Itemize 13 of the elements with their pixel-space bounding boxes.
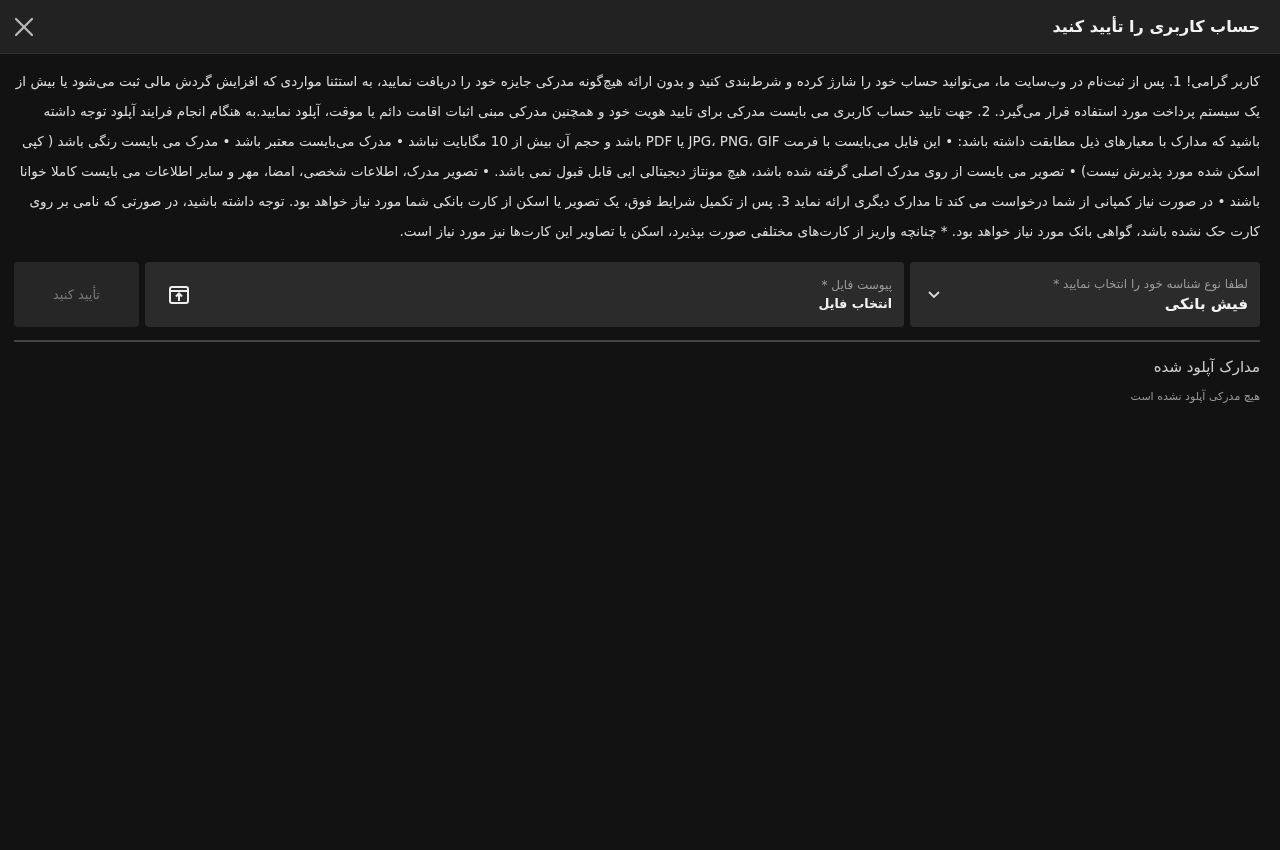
file-input-field[interactable]: پیوست فایل * انتخاب فایل xyxy=(145,262,904,327)
empty-message: هیچ مدرکی آپلود نشده است xyxy=(1130,390,1260,403)
document-type-select[interactable]: لطفا نوع شناسه خود را انتخاب نمایید * فیش بانکی xyxy=(910,262,1260,327)
notice-text: کاربر گرامی! 1. پس از ثبت‌نام در وب‌سایت ما، می‌توانید حساب خود را شارژ کرده و شرط‌بندی کنید و بدون ارائه هیچ‌گونه مدرکی جایزه خود را دریافت نمایید، به استثنا مواردی که افزایش گردش مالی ثبت می‌شود یا بیش از یک سیستم پرداخت مورد استفاده قرار می‌گیرد. 2. جهت تایید حساب کاربری می بایست مدرکی برای تایید هویت خود و همچنین مدرکی مبنی اثبات اقامت دائم یا موقت، آپلود نمایید.به هنگام انجام فرایند آپلود توجه داشته باشید که مدارک با معیارهای ذیل مطابقت داشته باشد: • این فایل می‌بایست با فرمت JPG، PNG، GIF یا PDF باشد و حجم آن بیش از 10 مگابایت نباشد • مدرک می‌بایست معتبر باشد • مدرک می بایست رنگی باشد ( کپی اسکن شده مورد پذیرش نیست) • تصویر می بایست از روی مدرک اصلی گرفته شده باشد، هیچ مونتاژ دیجیتالی ایی قابل قبول نمی باشد. • تصویر مدرک، اطلاعات شخصی، امضا، مهر و سایر اطلاعات می بایست کاملا خوانا باشند • در صورت نیاز کمپانی از شما درخواست می کند تا مدارک دیگری ارائه نماید 3. پس از تکمیل شرایط فوق، یک تصویر یا اسکن از کارت بانکی شما مورد نیاز خواهد بود. توجه داشته باشید، در صورتی که نامی بر روی کارت حک نشده باشد، گواهی بانک مورد نیاز خواهد بود. * چنانچه واریز از کارت‌های مختلفی صورت بپذیرد، اسکن یا تصاویر این کارت‌ها نیز مورد نیاز است. xyxy=(14,72,1260,242)
dialog-title: حساب کاربری را تأیید کنید xyxy=(1052,17,1260,36)
field-label: پیوست فایل * xyxy=(821,278,892,292)
upload-icon xyxy=(169,285,189,304)
chevron-down-icon xyxy=(928,290,940,299)
field-value: فیش بانکی xyxy=(1164,294,1248,313)
close-icon[interactable] xyxy=(14,16,34,37)
field-value: انتخاب فایل xyxy=(818,296,892,311)
section-heading: مدارک آپلود شده xyxy=(1153,358,1260,376)
field-label: لطفا نوع شناسه خود را انتخاب نمایید * xyxy=(1053,276,1248,291)
